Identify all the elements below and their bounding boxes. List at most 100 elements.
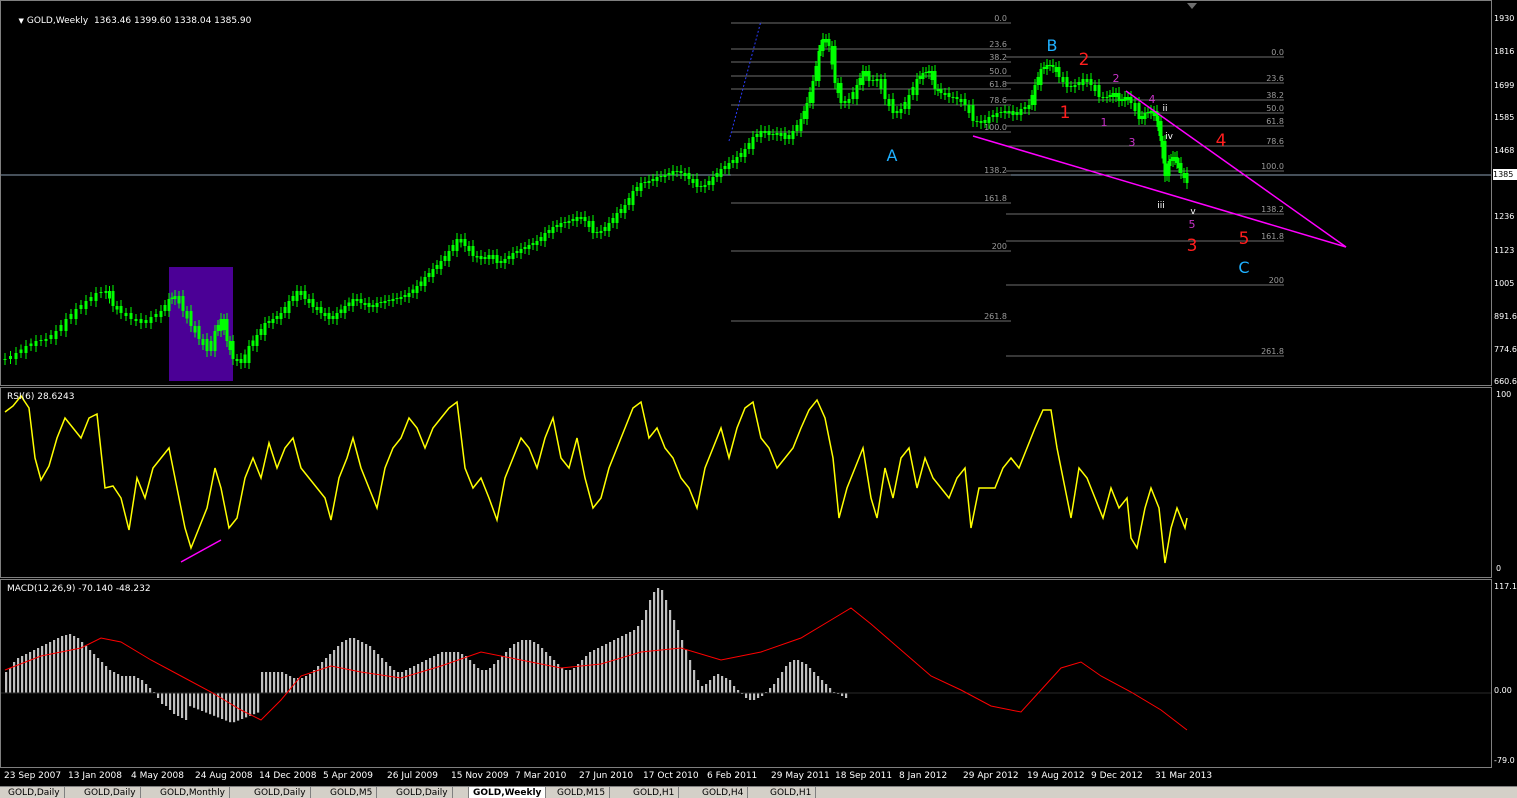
candle-body <box>487 255 491 259</box>
price-axis-label: 660.6 <box>1494 377 1517 386</box>
candle-body <box>871 80 875 81</box>
macd-pane[interactable]: MACD(12,26,9) -70.140 -48.232 <box>0 579 1492 768</box>
wave-label-B: B <box>1047 36 1058 55</box>
candle-body <box>139 319 143 323</box>
candle-body <box>185 311 189 319</box>
candle-body <box>936 89 940 91</box>
candle-body <box>559 223 563 227</box>
chart-tab[interactable]: GOLD,H4 <box>698 787 749 798</box>
candle-body <box>499 261 503 263</box>
wave-label-iii: iii <box>1157 201 1165 211</box>
candle-body <box>651 179 655 181</box>
macd-histogram-bar <box>417 664 420 693</box>
candle-body <box>591 221 595 233</box>
candle-body <box>1077 82 1081 85</box>
price-chart-canvas[interactable]: 0.023.638.250.061.878.6100.0138.2161.820… <box>1 1 1491 385</box>
macd-histogram-bar <box>233 693 236 723</box>
candle-body <box>64 319 68 331</box>
rsi-pane[interactable]: RSI(6) 28.6243 <box>0 387 1492 578</box>
macd-histogram-bar <box>365 644 368 693</box>
macd-histogram-bar <box>809 668 812 693</box>
candle-body <box>1097 85 1101 97</box>
chart-tab[interactable]: GOLD,Daily <box>250 787 311 798</box>
macd-histogram-bar <box>193 693 196 708</box>
candle-body <box>197 326 201 339</box>
macd-histogram-bar <box>453 652 456 693</box>
macd-histogram-bar <box>469 660 472 693</box>
macd-histogram-bar <box>277 672 280 693</box>
macd-histogram-bar <box>389 666 392 693</box>
chart-tab[interactable]: GOLD,Weekly <box>468 787 547 798</box>
candle-body <box>1045 65 1049 69</box>
chart-tab[interactable]: GOLD,M15 <box>553 787 611 798</box>
candle-body <box>1069 86 1073 87</box>
fib-level-label: 23.6 <box>989 40 1007 49</box>
candle-body <box>24 346 28 353</box>
candle-body <box>995 113 999 117</box>
macd-histogram-bar <box>685 650 688 693</box>
candle-body <box>275 316 279 319</box>
wave-label-p2: 2 <box>1113 72 1120 85</box>
candle-body <box>1159 121 1163 141</box>
candle-body <box>49 335 53 339</box>
candle-body <box>787 135 791 139</box>
candle-body <box>124 313 128 316</box>
candle-body <box>283 307 287 313</box>
macd-histogram-bar <box>385 662 388 693</box>
time-axis-label: 29 May 2011 <box>771 771 830 781</box>
macd-histogram-bar <box>397 672 400 693</box>
candle-body <box>415 286 419 293</box>
candle-body <box>883 79 887 99</box>
chart-tab[interactable]: GOLD,H1 <box>766 787 817 798</box>
candle-body <box>515 251 519 253</box>
candle-body <box>599 231 603 233</box>
macd-histogram-bar <box>649 600 652 693</box>
macd-histogram-bar <box>661 590 664 693</box>
chart-tab[interactable]: GOLD,M5 <box>326 787 378 798</box>
candle-body <box>933 71 937 89</box>
macd-histogram-bar <box>177 693 180 716</box>
candle-body <box>711 177 715 185</box>
price-axis-label: 1930 <box>1494 14 1515 23</box>
candle-body <box>327 313 331 319</box>
price-axis-label: 1236 <box>1494 212 1515 221</box>
macd-histogram-bar <box>225 693 228 721</box>
chart-tab[interactable]: GOLD,Daily <box>4 787 65 798</box>
time-axis-label: 4 May 2008 <box>131 771 184 781</box>
macd-axis-max: 117.1 <box>1494 582 1517 591</box>
macd-histogram-bar <box>713 676 716 693</box>
price-chart-pane[interactable]: 0.0 23.6 38.2 50.0 61.8 78.6 100.0 138.2 161.8 20… <box>0 0 1492 386</box>
fib-level-label: 261.8 <box>984 312 1007 321</box>
chart-tab[interactable]: GOLD,Monthly <box>156 787 230 798</box>
candle-body <box>571 219 575 221</box>
macd-histogram-bar <box>513 644 516 693</box>
rsi-canvas[interactable] <box>1 388 1491 577</box>
wave-label-iv: iv <box>1165 132 1174 142</box>
candle-body <box>821 39 825 51</box>
candle-body <box>703 185 707 187</box>
time-axis[interactable]: 23 Sep 2007 13 Jan 2008 4 May 2008 24 Aug 2… <box>0 768 1517 784</box>
candle-body <box>167 299 171 311</box>
price-axis[interactable]: 193018161699158514681354123611231005891.… <box>1492 0 1517 386</box>
candle-body <box>1003 111 1007 113</box>
candle-body <box>519 249 523 253</box>
candle-body <box>879 79 883 89</box>
macd-histogram-bar <box>25 654 28 693</box>
macd-histogram-bar <box>673 620 676 693</box>
chart-tab[interactable]: GOLD,Daily <box>392 787 453 798</box>
chart-tab[interactable]: GOLD,H1 <box>629 787 680 798</box>
macd-histogram-bar <box>745 693 748 698</box>
candle-body <box>755 134 759 137</box>
macd-histogram-bar <box>569 670 572 693</box>
candle-body <box>836 83 840 93</box>
candle-body <box>583 217 587 221</box>
macd-canvas[interactable] <box>1 580 1491 767</box>
chart-tab[interactable]: GOLD,Daily <box>80 787 141 798</box>
macd-histogram-bar <box>241 693 244 719</box>
candle-body <box>539 237 543 241</box>
macd-histogram-bar <box>813 672 816 693</box>
dropdown-triangle-icon[interactable]: ▼ <box>18 17 23 25</box>
macd-histogram-bar <box>141 680 144 693</box>
time-axis-label: 19 Aug 2012 <box>1027 771 1085 781</box>
candle-body <box>827 39 831 46</box>
